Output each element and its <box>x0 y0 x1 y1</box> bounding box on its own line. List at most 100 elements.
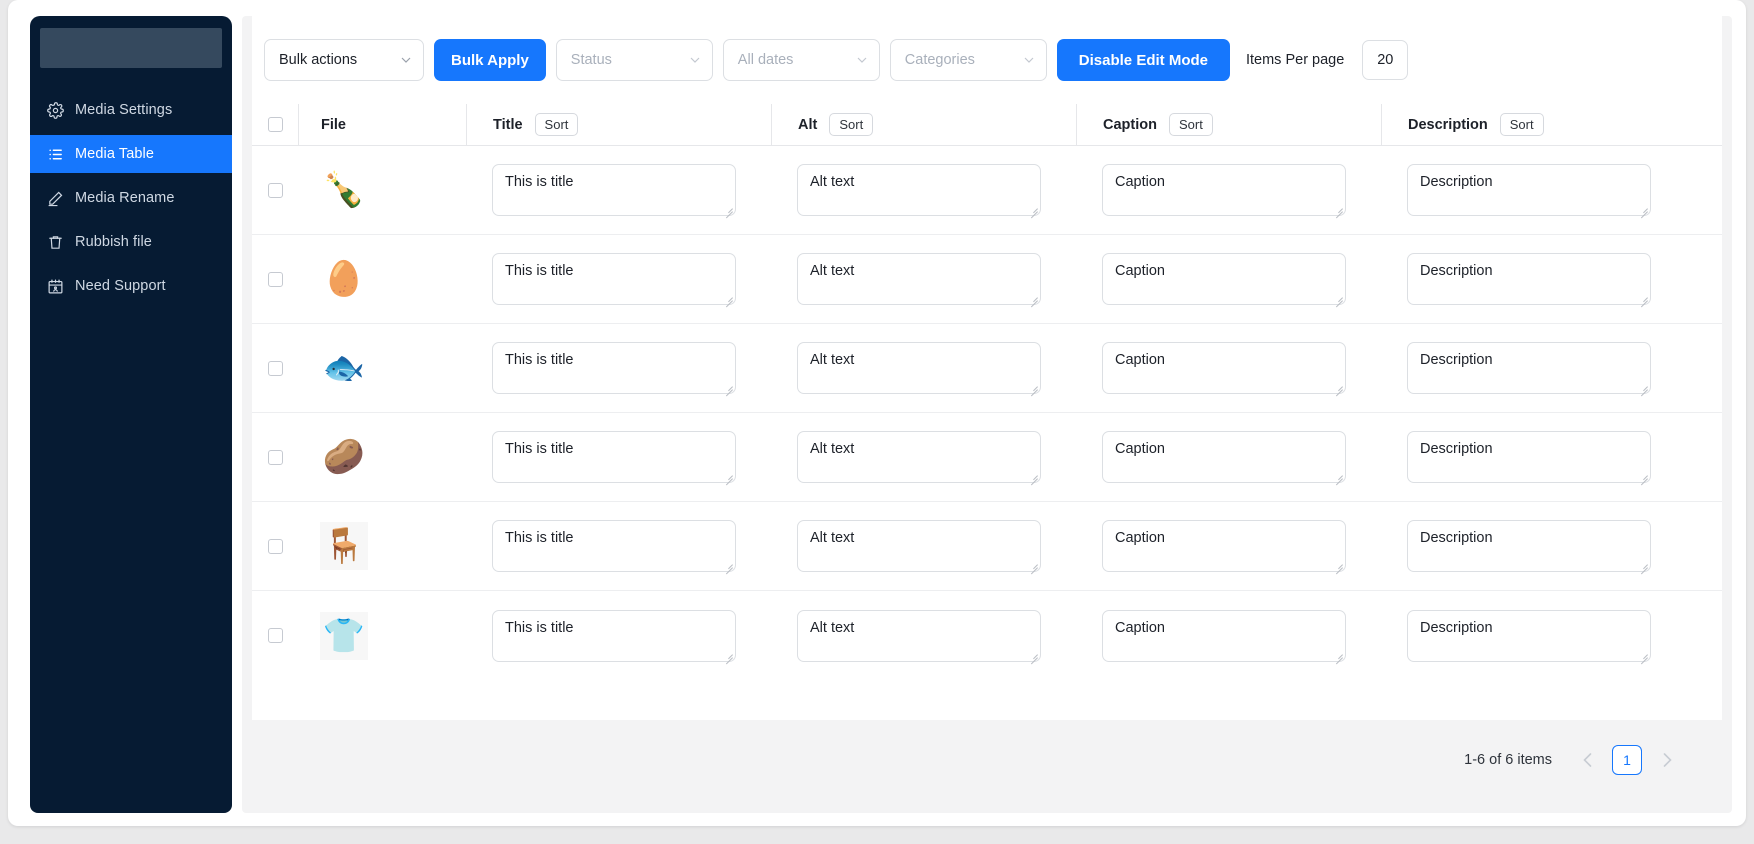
oil-bottle-thumbnail[interactable]: 🍾 <box>320 166 368 214</box>
caption-input-3[interactable]: Caption <box>1102 431 1346 483</box>
column-header-title: Title Sort <box>466 103 771 146</box>
categories-filter-value: Categories <box>904 52 975 68</box>
eggs-thumbnail[interactable]: 🥚 <box>320 255 368 303</box>
table-row: 🥚 This is title Alt text Caption Description <box>252 235 1722 324</box>
title-input-2[interactable]: This is title <box>492 342 736 394</box>
list-icon <box>46 145 64 163</box>
caption-input-2[interactable]: Caption <box>1102 342 1346 394</box>
alt-input-1[interactable]: Alt text <box>797 253 1041 305</box>
shirt-thumbnail[interactable]: 👕 <box>320 611 368 660</box>
gear-icon <box>46 101 64 119</box>
cell-file: 🥔 <box>298 433 466 481</box>
alt-input-5[interactable]: Alt text <box>797 609 1041 662</box>
title-field-wrap: This is title <box>492 342 736 397</box>
row-checkbox-1[interactable] <box>267 271 283 287</box>
table-row: 🍾 This is title Alt text Caption Description <box>252 146 1722 235</box>
title-input-1[interactable]: This is title <box>492 253 736 305</box>
disable-edit-mode-button[interactable]: Disable Edit Mode <box>1056 39 1230 81</box>
caption-input-0[interactable]: Caption <box>1102 164 1346 216</box>
sidebar-item-rubbish-file[interactable]: Rubbish file <box>30 223 232 261</box>
description-field-wrap: Description <box>1407 520 1651 575</box>
row-checkbox-2[interactable] <box>267 360 283 376</box>
sort-description-button[interactable]: Sort <box>1499 113 1544 136</box>
categories-filter-select[interactable]: Categories <box>889 39 1047 81</box>
title-input-5[interactable]: This is title <box>492 609 736 662</box>
select-all-cell <box>252 117 298 132</box>
title-field-wrap: This is title <box>492 609 736 664</box>
sort-alt-button[interactable]: Sort <box>829 113 874 136</box>
row-checkbox-3[interactable] <box>267 449 283 465</box>
alt-field-wrap: Alt text <box>797 520 1041 575</box>
chevron-down-icon <box>857 57 867 63</box>
alt-input-0[interactable]: Alt text <box>797 164 1041 216</box>
sidebar-item-media-settings[interactable]: Media Settings <box>30 91 232 129</box>
cell-file: 👕 <box>298 611 466 660</box>
row-checkbox-5[interactable] <box>267 628 283 643</box>
sidebar-item-media-rename[interactable]: Media Rename <box>30 179 232 217</box>
cell-title: This is title <box>466 609 771 664</box>
chevron-down-icon <box>1024 57 1034 63</box>
title-input-3[interactable]: This is title <box>492 431 736 483</box>
caption-input-1[interactable]: Caption <box>1102 253 1346 305</box>
sidebar-item-need-support[interactable]: Need Support <box>30 267 232 305</box>
title-input-4[interactable]: This is title <box>492 520 736 572</box>
fish-thumbnail[interactable]: 🐟 <box>320 344 368 392</box>
cell-title: This is title <box>466 342 771 397</box>
dates-filter-select[interactable]: All dates <box>722 39 880 81</box>
title-field-wrap: This is title <box>492 520 736 575</box>
row-select-cell <box>252 360 298 376</box>
description-field-wrap: Description <box>1407 431 1651 486</box>
item-count-text: 1-6 of 6 items <box>1464 752 1552 768</box>
description-input-3[interactable]: Description <box>1407 431 1651 483</box>
cell-file: 🪑 <box>298 522 466 570</box>
select-all-checkbox[interactable] <box>267 117 283 132</box>
sort-caption-button[interactable]: Sort <box>1168 113 1213 136</box>
caption-input-4[interactable]: Caption <box>1102 520 1346 572</box>
sidebar-item-label: Media Rename <box>75 190 175 206</box>
description-input-1[interactable]: Description <box>1407 253 1651 305</box>
title-input-0[interactable]: This is title <box>492 164 736 216</box>
items-per-page-input[interactable] <box>1362 40 1409 80</box>
cell-alt: Alt text <box>771 253 1076 308</box>
description-input-2[interactable]: Description <box>1407 342 1651 394</box>
page-number-1[interactable]: 1 <box>1612 745 1642 775</box>
column-header-alt: Alt Sort <box>771 103 1076 146</box>
chair-thumbnail[interactable]: 🪑 <box>320 522 368 570</box>
status-filter-value: Status <box>570 52 612 68</box>
next-page-icon[interactable] <box>1654 747 1680 773</box>
cell-title: This is title <box>466 253 771 308</box>
alt-input-3[interactable]: Alt text <box>797 431 1041 483</box>
sidebar-nav: Media Settings Media Table Media Rename … <box>30 91 232 311</box>
potatoes-thumbnail[interactable]: 🥔 <box>320 433 368 481</box>
status-filter-select[interactable]: Status <box>555 39 713 81</box>
description-input-4[interactable]: Description <box>1407 520 1651 572</box>
caption-field-wrap: Caption <box>1102 253 1346 308</box>
brand-logo-placeholder <box>40 28 222 68</box>
title-field-wrap: This is title <box>492 164 736 219</box>
row-select-cell <box>252 449 298 465</box>
alt-input-2[interactable]: Alt text <box>797 342 1041 394</box>
row-select-cell <box>252 628 298 643</box>
description-field-wrap: Description <box>1407 342 1651 397</box>
items-per-page-label: Items Per page <box>1245 52 1345 68</box>
cell-caption: Caption <box>1076 164 1381 219</box>
row-checkbox-0[interactable] <box>267 182 283 198</box>
cell-title: This is title <box>466 431 771 486</box>
caption-input-5[interactable]: Caption <box>1102 609 1346 662</box>
description-input-0[interactable]: Description <box>1407 164 1651 216</box>
sort-title-button[interactable]: Sort <box>534 113 579 136</box>
title-field-wrap: This is title <box>492 253 736 308</box>
alt-input-4[interactable]: Alt text <box>797 520 1041 572</box>
cell-alt: Alt text <box>771 520 1076 575</box>
alt-field-wrap: Alt text <box>797 431 1041 486</box>
description-input-5[interactable]: Description <box>1407 609 1651 662</box>
cell-caption: Caption <box>1076 253 1381 308</box>
cell-caption: Caption <box>1076 520 1381 575</box>
bulk-actions-select[interactable]: Bulk actions <box>264 39 424 81</box>
sidebar-item-label: Media Settings <box>75 102 173 118</box>
previous-page-icon[interactable] <box>1574 747 1600 773</box>
sidebar-item-media-table[interactable]: Media Table <box>30 135 232 173</box>
alt-field-wrap: Alt text <box>797 609 1041 664</box>
bulk-apply-button[interactable]: Bulk Apply <box>434 39 546 81</box>
row-checkbox-4[interactable] <box>267 538 283 554</box>
